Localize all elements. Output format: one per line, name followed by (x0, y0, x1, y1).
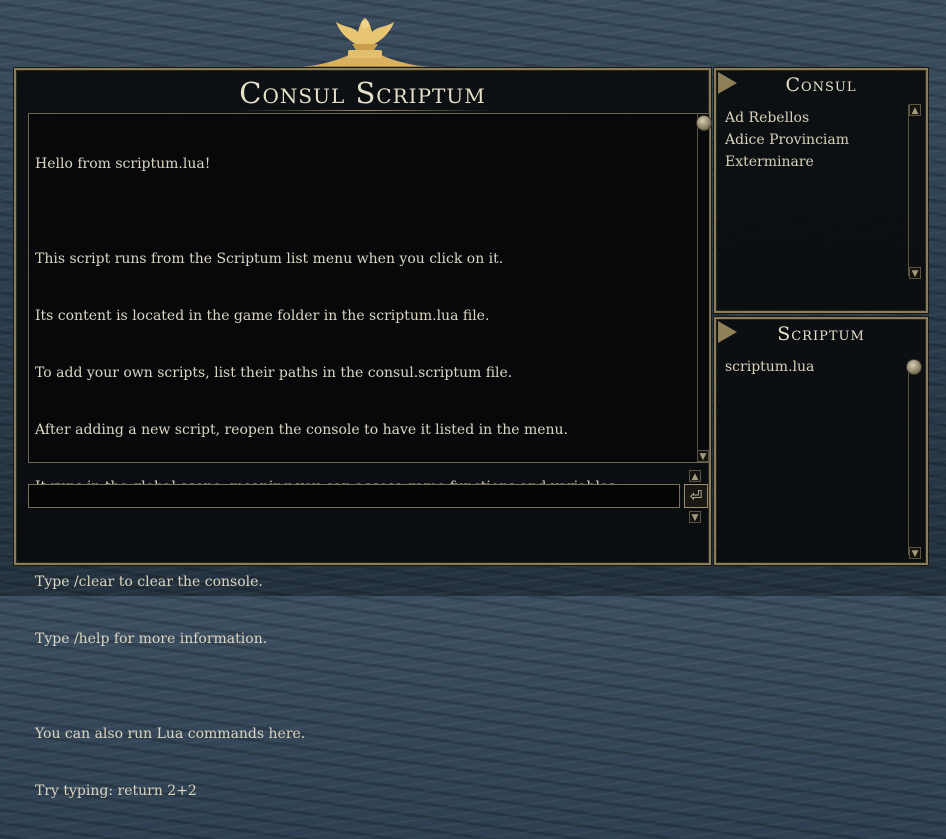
consul-list: Ad Rebellos Adice Provinciam Exterminare (725, 107, 904, 173)
scriptum-list: scriptum.lua (725, 356, 904, 378)
scroll-down-icon[interactable]: ▼ (697, 450, 709, 462)
console-panel: Consul Scriptum Hello from scriptum.lua!… (14, 68, 712, 799)
output-line: This script runs from the Scriptum list … (35, 251, 504, 267)
scroll-down-icon[interactable]: ▼ (909, 547, 921, 559)
output-scrollbar[interactable] (697, 114, 709, 462)
output-line: To add your own scripts, list their path… (35, 365, 513, 381)
command-input[interactable] (28, 484, 680, 508)
scriptum-title: Scriptum (777, 323, 865, 345)
consul-panel: Consul Ad Rebellos Adice Provinciam Exte… (714, 68, 928, 313)
scriptum-panel: Scriptum scriptum.lua ▼ (714, 317, 928, 565)
console-output[interactable]: Hello from scriptum.lua! This script run… (28, 113, 712, 799)
output-line: Type /help for more information. (35, 631, 268, 647)
enter-icon: ⏎ (689, 487, 703, 505)
scriptum-scrollbar[interactable] (908, 361, 920, 555)
consul-item[interactable]: Exterminare (725, 151, 904, 173)
scriptum-scroll-thumb[interactable] (906, 359, 922, 375)
output-line: Hello from scriptum.lua! (35, 156, 211, 172)
scroll-down-icon[interactable]: ▼ (909, 267, 921, 279)
scroll-up-icon[interactable]: ▲ (909, 104, 921, 116)
console-output-text: Hello from scriptum.lua! This script run… (35, 117, 689, 839)
output-line: After adding a new script, reopen the co… (35, 422, 568, 438)
output-scroll-thumb[interactable] (696, 115, 712, 131)
consul-item[interactable]: Adice Provinciam (725, 129, 904, 151)
title-divider (236, 110, 496, 111)
output-line: Try typing: return 2+2 (35, 783, 197, 799)
run-button[interactable]: ⏎ (684, 484, 708, 508)
consul-title: Consul (785, 74, 857, 96)
eagle-emblem (292, 18, 438, 68)
history-down-icon[interactable]: ▼ (689, 511, 701, 523)
history-up-icon[interactable]: ▲ (689, 470, 701, 482)
consul-scrollbar[interactable] (908, 105, 920, 276)
output-line: You can also run Lua commands here. (35, 726, 306, 742)
consul-item[interactable]: Ad Rebellos (725, 107, 904, 129)
output-line: Type /clear to clear the console. (35, 574, 263, 590)
console-title: Consul Scriptum (239, 76, 486, 110)
scriptum-item[interactable]: scriptum.lua (725, 356, 904, 378)
output-line: Its content is located in the game folde… (35, 308, 490, 324)
